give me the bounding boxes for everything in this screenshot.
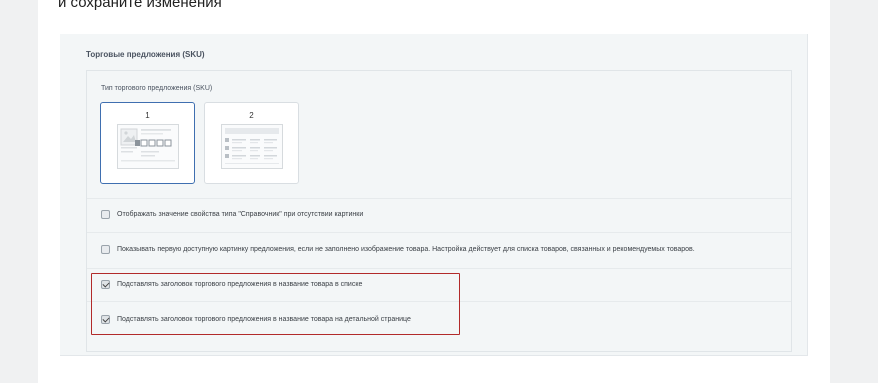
option-row-show-directory-value: Отображать значение свойства типа "Справ… bbox=[87, 198, 791, 232]
show-directory-value-label[interactable]: Отображать значение свойства типа "Справ… bbox=[117, 211, 363, 218]
sku-table-layout-preview-icon bbox=[221, 124, 283, 169]
instruction-text: и сохраните изменения bbox=[58, 0, 222, 11]
sku-type-label: Тип торгового предложения (SKU) bbox=[101, 85, 213, 92]
highlight-annotation-box bbox=[91, 273, 460, 335]
sku-type-number: 1 bbox=[145, 111, 150, 120]
sku-layout-preview-icon bbox=[117, 124, 179, 169]
sku-type-number: 2 bbox=[249, 111, 254, 120]
show-first-offer-picture-checkbox[interactable] bbox=[101, 245, 110, 254]
show-first-offer-picture-label[interactable]: Показывать первую доступную картинку пре… bbox=[117, 246, 695, 253]
show-directory-value-checkbox[interactable] bbox=[101, 210, 110, 219]
sku-type-option-2[interactable]: 2 bbox=[204, 102, 299, 184]
panel-title: Торговые предложения (SKU) bbox=[86, 50, 205, 59]
sku-type-option-1[interactable]: 1 bbox=[100, 102, 195, 184]
option-row-show-first-offer-picture: Показывать первую доступную картинку пре… bbox=[87, 232, 791, 268]
